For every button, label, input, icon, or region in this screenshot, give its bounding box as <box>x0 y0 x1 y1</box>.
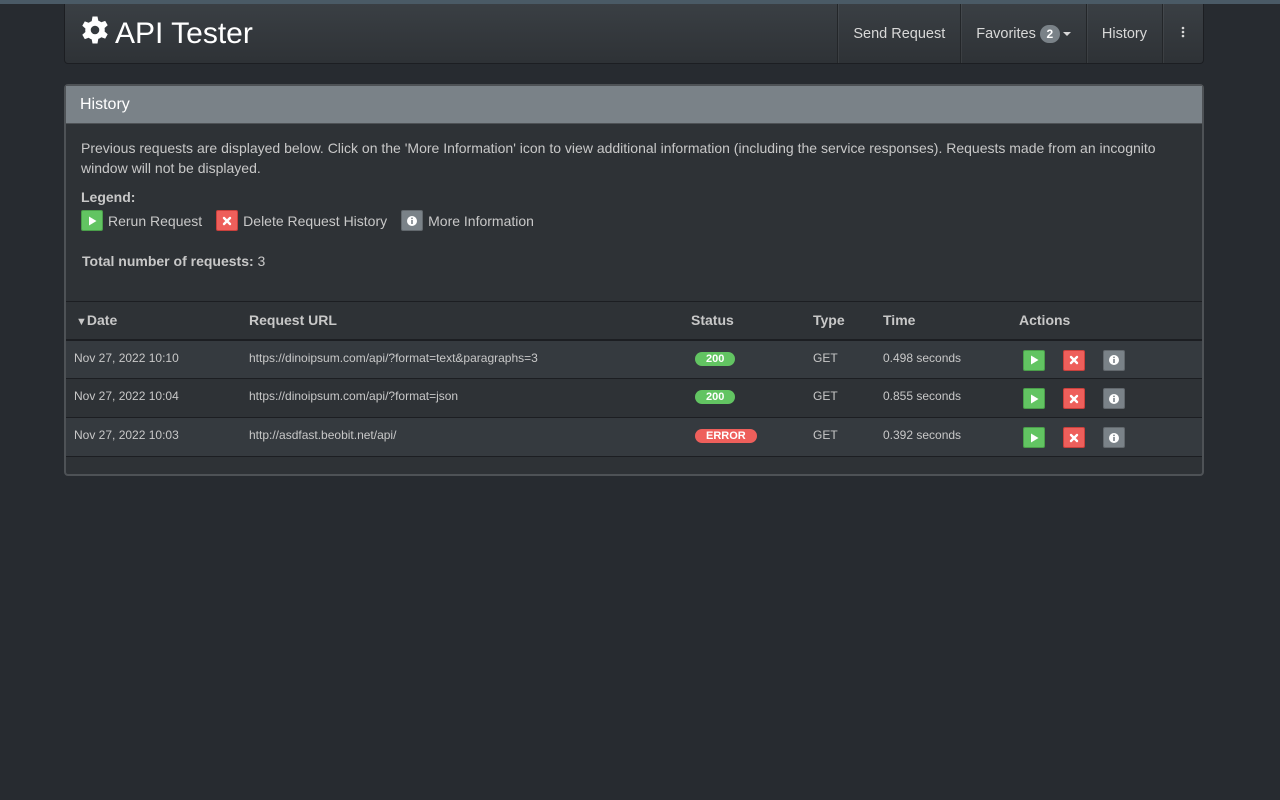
legend-title: Legend: <box>81 187 1187 207</box>
cell-type: GET <box>805 379 875 418</box>
cell-date: Nov 27, 2022 10:03 <box>66 418 241 457</box>
status-badge: 200 <box>695 352 735 366</box>
legend-item-info: More Information <box>401 210 534 231</box>
cell-type: GET <box>805 418 875 457</box>
cell-actions <box>1011 340 1202 379</box>
history-panel: History Previous requests are displayed … <box>64 84 1204 476</box>
navbar: API Tester Send Request Favorites 2 Hist… <box>64 4 1204 64</box>
close-icon <box>1068 393 1080 405</box>
vertical-ellipsis-icon <box>1181 26 1185 42</box>
total-requests: Total number of requests: 3 <box>81 251 1187 271</box>
table-row: Nov 27, 2022 10:03 http://asdfast.beobit… <box>66 418 1202 457</box>
column-header-url: Request URL <box>241 302 683 340</box>
nav-more-menu[interactable] <box>1162 4 1203 63</box>
nav-favorites-dropdown[interactable]: Favorites 2 <box>960 4 1086 63</box>
cell-status: 200 <box>683 340 805 379</box>
cell-url: https://dinoipsum.com/api/?format=text&p… <box>241 340 683 379</box>
legend-rerun-label: Rerun Request <box>108 211 202 231</box>
column-url-label: Request URL <box>249 312 337 328</box>
brand[interactable]: API Tester <box>79 16 253 52</box>
nav-send-request[interactable]: Send Request <box>837 4 960 63</box>
info-button[interactable] <box>1103 388 1125 409</box>
history-table: ▼Date Request URL Status Type Time Actio… <box>66 301 1202 457</box>
cell-status: ERROR <box>683 418 805 457</box>
info-icon <box>401 210 423 231</box>
column-time-label: Time <box>883 312 915 328</box>
delete-button[interactable] <box>1063 427 1085 448</box>
cell-date: Nov 27, 2022 10:04 <box>66 379 241 418</box>
info-button[interactable] <box>1103 427 1125 448</box>
cell-actions <box>1011 418 1202 457</box>
favorites-count-badge: 2 <box>1040 25 1060 43</box>
brand-title: API Tester <box>115 17 253 51</box>
panel-body: Previous requests are displayed below. C… <box>66 124 1202 271</box>
status-badge: 200 <box>695 390 735 404</box>
cell-time: 0.855 seconds <box>875 379 1011 418</box>
play-icon <box>81 210 103 231</box>
play-icon <box>1028 432 1040 444</box>
cell-actions <box>1011 379 1202 418</box>
cell-type: GET <box>805 340 875 379</box>
column-header-actions: Actions <box>1011 302 1202 340</box>
status-badge: ERROR <box>695 429 757 443</box>
table-header-row: ▼Date Request URL Status Type Time Actio… <box>66 302 1202 340</box>
rerun-button[interactable] <box>1023 427 1045 448</box>
legend-item-rerun: Rerun Request <box>81 210 202 231</box>
nav-send-request-label: Send Request <box>853 26 945 42</box>
legend: Rerun Request Delete Request History Mor… <box>81 210 1187 231</box>
total-requests-value: 3 <box>258 253 266 269</box>
cell-url: https://dinoipsum.com/api/?format=json <box>241 379 683 418</box>
close-icon <box>1068 432 1080 444</box>
close-icon <box>216 210 238 231</box>
cell-date: Nov 27, 2022 10:10 <box>66 340 241 379</box>
cell-time: 0.498 seconds <box>875 340 1011 379</box>
info-icon <box>1108 354 1120 366</box>
column-status-label: Status <box>691 312 734 328</box>
cell-url: http://asdfast.beobit.net/api/ <box>241 418 683 457</box>
history-description: Previous requests are displayed below. C… <box>81 138 1171 178</box>
column-date-label: Date <box>87 312 117 328</box>
legend-delete-label: Delete Request History <box>243 211 387 231</box>
info-icon <box>1108 393 1120 405</box>
nav-history[interactable]: History <box>1086 4 1162 63</box>
column-actions-label: Actions <box>1019 312 1070 328</box>
nav-favorites-label: Favorites <box>976 26 1036 42</box>
column-type-label: Type <box>813 312 845 328</box>
play-icon <box>1028 354 1040 366</box>
caret-down-icon <box>1063 32 1071 36</box>
delete-button[interactable] <box>1063 388 1085 409</box>
column-header-type: Type <box>805 302 875 340</box>
table-row: Nov 27, 2022 10:04 https://dinoipsum.com… <box>66 379 1202 418</box>
cell-status: 200 <box>683 379 805 418</box>
panel-title: History <box>66 86 1202 124</box>
play-icon <box>1028 393 1040 405</box>
delete-button[interactable] <box>1063 350 1085 371</box>
sort-descending-icon: ▼ <box>76 316 87 328</box>
cell-time: 0.392 seconds <box>875 418 1011 457</box>
column-header-status: Status <box>683 302 805 340</box>
info-button[interactable] <box>1103 350 1125 371</box>
total-requests-label: Total number of requests: <box>82 253 254 269</box>
gear-icon <box>79 14 111 54</box>
nav-history-label: History <box>1102 26 1147 42</box>
column-header-time: Time <box>875 302 1011 340</box>
legend-item-delete: Delete Request History <box>216 210 387 231</box>
close-icon <box>1068 354 1080 366</box>
rerun-button[interactable] <box>1023 388 1045 409</box>
rerun-button[interactable] <box>1023 350 1045 371</box>
info-icon <box>1108 432 1120 444</box>
table-row: Nov 27, 2022 10:10 https://dinoipsum.com… <box>66 340 1202 379</box>
column-header-date[interactable]: ▼Date <box>66 302 241 340</box>
legend-info-label: More Information <box>428 211 534 231</box>
main-nav: Send Request Favorites 2 History <box>837 4 1203 63</box>
